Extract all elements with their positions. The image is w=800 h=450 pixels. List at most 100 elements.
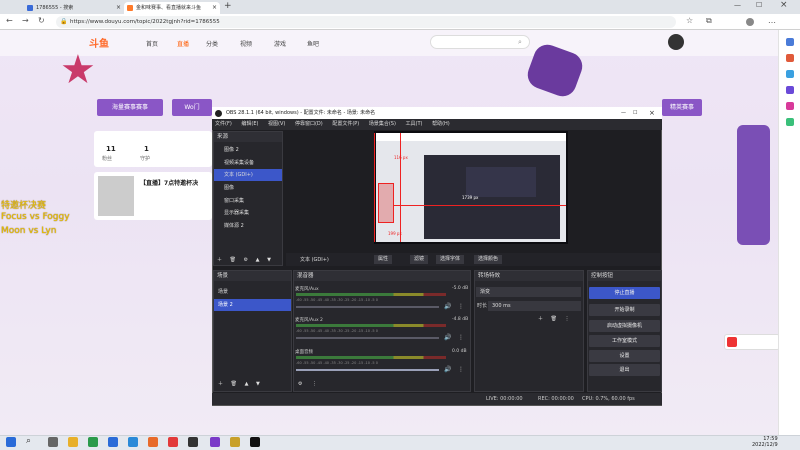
nav-live[interactable]: 直播 — [177, 39, 189, 48]
stream-card[interactable]: 【直播】7点特邀杯决 — [94, 172, 212, 220]
app-icon[interactable] — [210, 437, 220, 447]
settings-button[interactable]: 设置 — [589, 350, 660, 362]
clock[interactable]: 17:59 2022/12/9 — [752, 436, 778, 448]
maximize-icon[interactable]: ☐ — [633, 107, 637, 119]
volume-slider[interactable] — [296, 337, 439, 339]
menu-edit[interactable]: 编辑(E) — [241, 121, 258, 127]
delete-icon[interactable]: 🗑 — [551, 316, 557, 322]
promo-button[interactable]: 精英赛事 — [662, 99, 702, 116]
add-icon[interactable]: ＋ — [217, 257, 222, 263]
menu-scene-collection[interactable]: 场景集合(S) — [369, 121, 396, 127]
promo-button[interactable]: 海量赛事赛事 — [97, 99, 163, 116]
source-item[interactable]: 图像 2 — [214, 144, 282, 156]
site-right-sidebar[interactable] — [737, 125, 770, 245]
more-icon[interactable]: ⋮ — [458, 303, 464, 310]
transition-select[interactable]: 渐变 — [476, 287, 581, 297]
close-icon[interactable]: × — [212, 2, 217, 14]
settings-app-icon[interactable] — [108, 437, 118, 447]
move-up-icon[interactable]: ▲ — [256, 257, 260, 263]
source-item[interactable]: 窗口采集 — [214, 195, 282, 207]
tiktok-icon[interactable] — [250, 437, 260, 447]
obs-taskbar-icon[interactable] — [188, 437, 198, 447]
minimize-icon[interactable]: — — [734, 1, 741, 9]
url-input[interactable]: 🔒 https://www.douyu.com/topic/2022tgjnh?… — [56, 16, 676, 28]
shopping-icon[interactable] — [786, 54, 794, 62]
tools-icon[interactable] — [786, 70, 794, 78]
maximize-icon[interactable]: ☐ — [756, 1, 762, 9]
browser-tab-active[interactable]: 金和味赛事、看直播就来斗鱼 × — [124, 2, 220, 14]
select-font-button[interactable]: 选择字体 — [436, 255, 465, 264]
studio-mode-button[interactable]: 工作室模式 — [589, 335, 660, 347]
nav-category[interactable]: 分类 — [206, 39, 218, 48]
search-icon[interactable]: ⌕ — [26, 436, 31, 446]
add-icon[interactable]: ＋ — [538, 316, 543, 322]
more-icon[interactable]: … — [768, 16, 776, 25]
exit-button[interactable]: 退出 — [589, 364, 660, 376]
task-view-icon[interactable] — [48, 437, 58, 447]
favorites-icon[interactable]: ☆ — [686, 16, 693, 25]
move-down-icon[interactable]: ▼ — [267, 257, 271, 263]
search-icon[interactable]: ⌕ — [518, 38, 522, 47]
add-icon[interactable]: ＋ — [218, 381, 223, 387]
more-icon[interactable]: ⋮ — [312, 381, 317, 387]
nav-game[interactable]: 游戏 — [274, 39, 286, 48]
volume-slider[interactable] — [296, 369, 439, 371]
forward-icon[interactable]: → — [22, 16, 29, 25]
browser-tab[interactable]: 1786555 - 搜索 × — [24, 2, 124, 14]
stop-streaming-button[interactable]: 停止直播 — [589, 287, 660, 299]
volume-slider[interactable] — [296, 306, 439, 308]
move-up-icon[interactable]: ▲ — [245, 381, 249, 387]
source-item[interactable]: 显示器采集 — [214, 207, 282, 219]
start-virtual-camera-button[interactable]: 启动虚拟摄像机 — [589, 320, 660, 332]
close-window-icon[interactable]: × — [780, 0, 788, 10]
more-icon[interactable]: ⋮ — [565, 316, 570, 322]
scene-item-selected[interactable]: 场景 2 — [214, 299, 291, 311]
menu-help[interactable]: 帮助(H) — [432, 121, 450, 127]
search-sidebar-icon[interactable] — [786, 38, 794, 46]
select-color-button[interactable]: 选择颜色 — [474, 255, 503, 264]
nav-fishbar[interactable]: 鱼吧 — [307, 39, 319, 48]
source-item[interactable]: 视频采集设备 — [214, 157, 282, 169]
outlook-icon[interactable] — [786, 118, 794, 126]
speaker-icon[interactable]: 🔊 — [444, 334, 451, 341]
more-icon[interactable]: ⋮ — [458, 366, 464, 373]
start-recording-button[interactable]: 开始录制 — [589, 304, 660, 316]
app-icon[interactable] — [88, 437, 98, 447]
filters-button[interactable]: 滤镜 — [410, 255, 429, 264]
edge-icon[interactable] — [128, 437, 138, 447]
delete-icon[interactable]: 🗑 — [231, 381, 237, 387]
move-down-icon[interactable]: ▼ — [256, 381, 260, 387]
speaker-icon[interactable]: 🔊 — [444, 366, 451, 373]
back-icon[interactable]: ← — [6, 16, 13, 25]
collections-icon[interactable]: ⧉ — [706, 16, 712, 26]
delete-icon[interactable]: 🗑 — [230, 257, 236, 263]
office-icon[interactable] — [786, 102, 794, 110]
new-tab-icon[interactable]: + — [224, 1, 232, 11]
game-icon[interactable] — [230, 437, 240, 447]
more-icon[interactable]: ⋮ — [458, 334, 464, 341]
douyu-app-icon[interactable] — [148, 437, 158, 447]
profile-avatar[interactable] — [746, 18, 754, 26]
advanced-audio-icon[interactable]: ⚙ — [298, 381, 302, 387]
menu-view[interactable]: 视图(V) — [268, 121, 285, 127]
games-icon[interactable] — [786, 86, 794, 94]
chrome-icon[interactable] — [168, 437, 178, 447]
menu-profile[interactable]: 配置文件(P) — [332, 121, 359, 127]
ime-toolbar[interactable] — [724, 334, 780, 350]
close-icon[interactable]: × — [116, 2, 121, 14]
site-search-input[interactable] — [430, 35, 530, 49]
menu-file[interactable]: 文件(F) — [215, 121, 232, 127]
properties-button[interactable]: 属性 — [374, 255, 393, 264]
user-avatar[interactable] — [668, 34, 684, 50]
duration-input[interactable]: 300 ms — [488, 301, 581, 311]
source-item-selected[interactable]: 文本 (GDI+) — [214, 169, 282, 181]
source-item[interactable]: 图像 — [214, 182, 282, 194]
source-item[interactable]: 媒体源 2 — [214, 220, 282, 232]
promo-button[interactable]: Wo门 — [172, 99, 212, 116]
file-explorer-icon[interactable] — [68, 437, 78, 447]
menu-tools[interactable]: 工具(T) — [406, 121, 423, 127]
scene-item[interactable]: 场景 — [214, 286, 291, 298]
speaker-icon[interactable]: 🔊 — [444, 303, 451, 310]
menu-docks[interactable]: 停靠窗口(D) — [295, 121, 323, 127]
refresh-icon[interactable]: ↻ — [38, 16, 45, 25]
